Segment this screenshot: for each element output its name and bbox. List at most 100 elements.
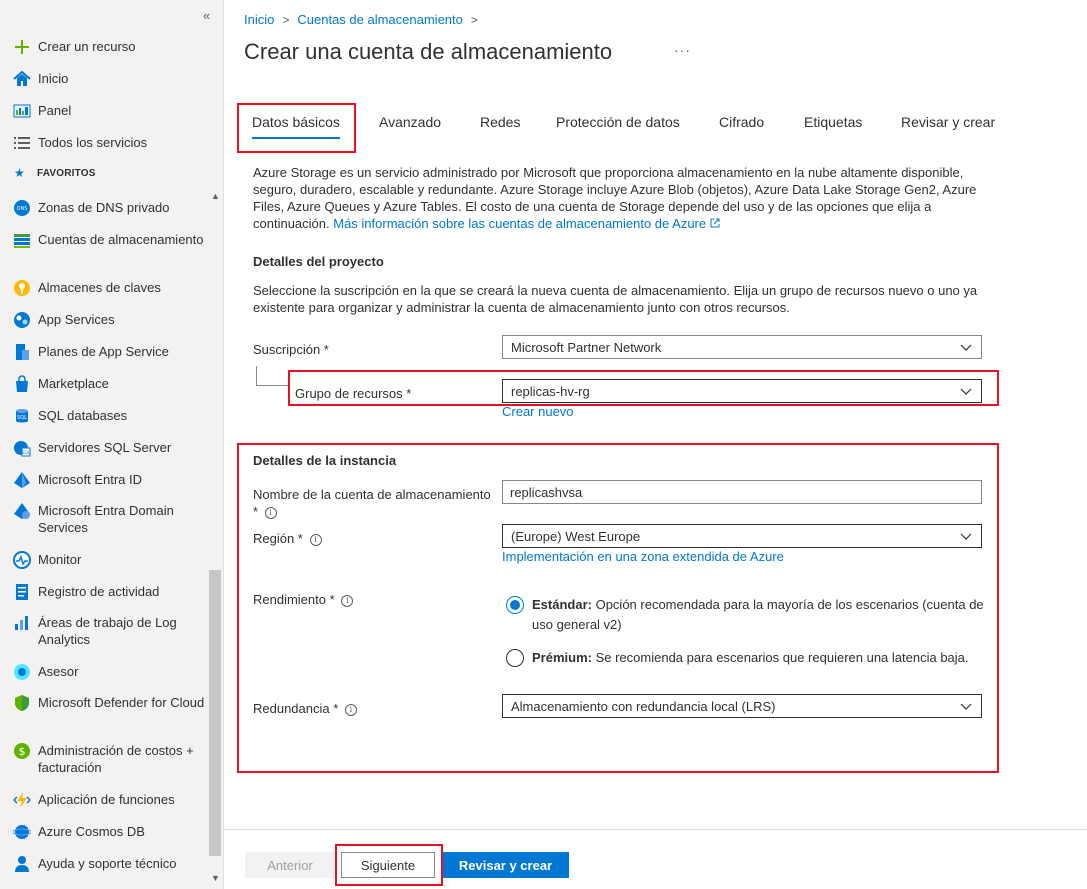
tab-tags[interactable]: Etiquetas bbox=[804, 114, 862, 130]
more-options-button[interactable]: ··· bbox=[674, 42, 691, 58]
project-details-description: Seleccione la suscripción en la que se c… bbox=[253, 283, 978, 315]
sidebar-item-label: SQL databases bbox=[38, 408, 128, 423]
sidebar-item-sql-databases[interactable]: SQL SQL databases bbox=[12, 406, 208, 426]
home-icon bbox=[12, 69, 32, 89]
chevron-down-icon bbox=[960, 344, 972, 351]
scroll-down-icon[interactable]: ▼ bbox=[211, 873, 220, 883]
sidebar-item-cost-management[interactable]: $ Administración de costos + facturación bbox=[12, 741, 208, 776]
sidebar-item-activity-log[interactable]: Registro de actividad bbox=[12, 582, 208, 602]
breadcrumb-link-storage-accounts[interactable]: Cuentas de almacenamiento bbox=[297, 12, 463, 27]
learn-more-link[interactable]: Más información sobre las cuentas de alm… bbox=[333, 216, 720, 231]
sidebar-item-label: Microsoft Entra ID bbox=[38, 472, 143, 487]
star-icon: ★ bbox=[14, 166, 25, 180]
chevron-down-icon bbox=[960, 703, 972, 710]
external-link-icon bbox=[710, 218, 720, 228]
left-nav-sidebar: « Crear un recurso Inicio Panel Todos lo… bbox=[0, 0, 224, 889]
info-icon[interactable]: i bbox=[309, 533, 322, 546]
sidebar-item-all-services[interactable]: Todos los servicios bbox=[12, 133, 208, 153]
edge-zone-link[interactable]: Implementación en una zona extendida de … bbox=[502, 549, 784, 564]
sidebar-item-storage-accounts[interactable]: Cuentas de almacenamiento bbox=[12, 230, 208, 250]
sidebar-item-label: Cuentas de almacenamiento bbox=[38, 232, 204, 247]
storage-account-name-input[interactable] bbox=[502, 480, 982, 504]
tab-advanced[interactable]: Avanzado bbox=[379, 114, 441, 130]
sidebar-item-create-resource[interactable]: Crear un recurso bbox=[12, 37, 208, 57]
sidebar-item-label: Servidores SQL Server bbox=[38, 440, 172, 455]
sidebar-item-monitor[interactable]: Monitor bbox=[12, 550, 208, 570]
collapse-sidebar-button[interactable]: « bbox=[203, 8, 210, 23]
subscription-dropdown[interactable]: Microsoft Partner Network bbox=[502, 335, 982, 359]
region-label: Región * i bbox=[253, 530, 322, 547]
breadcrumb-link-home[interactable]: Inicio bbox=[244, 12, 274, 27]
breadcrumb: Inicio > Cuentas de almacenamiento > bbox=[244, 12, 486, 27]
storage-icon bbox=[12, 230, 32, 250]
next-button[interactable]: Siguiente bbox=[341, 852, 435, 878]
breadcrumb-separator: > bbox=[470, 12, 478, 27]
redundancy-value: Almacenamiento con redundancia local (LR… bbox=[511, 698, 776, 714]
sidebar-item-marketplace[interactable]: Marketplace bbox=[12, 374, 208, 394]
resource-group-label: Grupo de recursos * bbox=[295, 386, 412, 401]
svg-text:$: $ bbox=[19, 745, 26, 758]
sidebar-item-label: Zonas de DNS privado bbox=[38, 200, 170, 215]
performance-premium-option[interactable]: Prémium: Se recomienda para escenarios q… bbox=[506, 648, 986, 668]
subscription-label: Suscripción * bbox=[253, 342, 329, 357]
tab-basics[interactable]: Datos básicos bbox=[252, 114, 340, 130]
create-new-resource-group-link[interactable]: Crear nuevo bbox=[502, 404, 574, 419]
sidebar-item-entra-domain-services[interactable]: Microsoft Entra Domain Services bbox=[12, 501, 208, 536]
radio-button-unchecked[interactable] bbox=[506, 649, 524, 667]
sidebar-item-advisor[interactable]: Asesor bbox=[12, 662, 208, 682]
sql-server-icon: SQL bbox=[12, 438, 32, 458]
sidebar-item-defender[interactable]: Microsoft Defender for Cloud bbox=[12, 693, 208, 713]
tab-data-protection[interactable]: Protección de datos bbox=[556, 114, 680, 130]
sidebar-item-entra-id[interactable]: Microsoft Entra ID bbox=[12, 470, 208, 490]
performance-standard-option[interactable]: Estándar: Opción recomendada para la may… bbox=[506, 595, 986, 635]
info-icon[interactable]: i bbox=[264, 506, 277, 519]
project-details-title: Detalles del proyecto bbox=[253, 254, 384, 269]
sidebar-scrollbar-thumb[interactable] bbox=[209, 570, 221, 856]
sidebar-item-label: Azure Cosmos DB bbox=[38, 824, 145, 839]
tab-encryption[interactable]: Cifrado bbox=[719, 114, 764, 130]
sidebar-item-label: App Services bbox=[38, 312, 115, 327]
review-create-button[interactable]: Revisar y crear bbox=[442, 852, 569, 878]
previous-button[interactable]: Anterior bbox=[245, 852, 335, 878]
sidebar-item-app-services[interactable]: App Services bbox=[12, 310, 208, 330]
sidebar-item-key-vaults[interactable]: Almacenes de claves bbox=[12, 278, 208, 298]
sidebar-item-log-analytics[interactable]: Áreas de trabajo de Log Analytics bbox=[12, 613, 208, 648]
sidebar-item-function-app[interactable]: Aplicación de funciones bbox=[12, 790, 208, 810]
dashboard-icon bbox=[12, 101, 32, 121]
scroll-up-icon[interactable]: ▲ bbox=[211, 191, 220, 201]
active-tab-indicator bbox=[252, 137, 340, 139]
svg-text:SQL: SQL bbox=[22, 450, 31, 455]
favorites-header: ★ FAVORITOS bbox=[14, 166, 96, 180]
sidebar-item-dashboard[interactable]: Panel bbox=[12, 101, 208, 121]
resource-group-dropdown[interactable]: replicas-hv-rg bbox=[502, 379, 982, 403]
sidebar-item-label: Monitor bbox=[38, 552, 82, 567]
info-icon[interactable]: i bbox=[341, 594, 354, 607]
favorites-label: FAVORITOS bbox=[36, 167, 96, 179]
entra-domain-icon bbox=[12, 501, 32, 521]
sidebar-item-home[interactable]: Inicio bbox=[12, 69, 208, 89]
svg-text:DNS: DNS bbox=[17, 206, 28, 212]
list-icon bbox=[12, 133, 32, 153]
performance-label: Rendimiento * i bbox=[253, 591, 354, 608]
radio-button-checked[interactable] bbox=[506, 596, 524, 614]
redundancy-dropdown[interactable]: Almacenamiento con redundancia local (LR… bbox=[502, 694, 982, 718]
region-dropdown[interactable]: (Europe) West Europe bbox=[502, 524, 982, 548]
info-icon[interactable]: i bbox=[344, 703, 357, 716]
sidebar-item-help-support[interactable]: Ayuda y soporte técnico bbox=[12, 854, 208, 874]
sidebar-item-label: Microsoft Entra Domain Services bbox=[38, 503, 174, 535]
sidebar-item-label: Almacenes de claves bbox=[38, 280, 161, 295]
sidebar-item-label: Asesor bbox=[38, 664, 79, 679]
redundancy-label: Redundancia * i bbox=[253, 700, 357, 717]
page-title: Crear una cuenta de almacenamiento bbox=[244, 39, 613, 64]
sidebar-item-label: Todos los servicios bbox=[38, 135, 148, 150]
sidebar-item-cosmos-db[interactable]: Azure Cosmos DB bbox=[12, 822, 208, 842]
key-vault-icon bbox=[12, 278, 32, 298]
tab-review-create[interactable]: Revisar y crear bbox=[901, 114, 995, 130]
sidebar-item-app-service-plans[interactable]: Planes de App Service bbox=[12, 342, 208, 362]
sidebar-item-sql-servers[interactable]: SQL Servidores SQL Server bbox=[12, 438, 208, 458]
log-analytics-icon bbox=[12, 613, 32, 633]
sidebar-item-private-dns[interactable]: DNS Zonas de DNS privado bbox=[12, 198, 208, 218]
app-service-plan-icon bbox=[12, 342, 32, 362]
tab-networking[interactable]: Redes bbox=[480, 114, 520, 130]
sidebar-item-label: Ayuda y soporte técnico bbox=[38, 856, 177, 871]
